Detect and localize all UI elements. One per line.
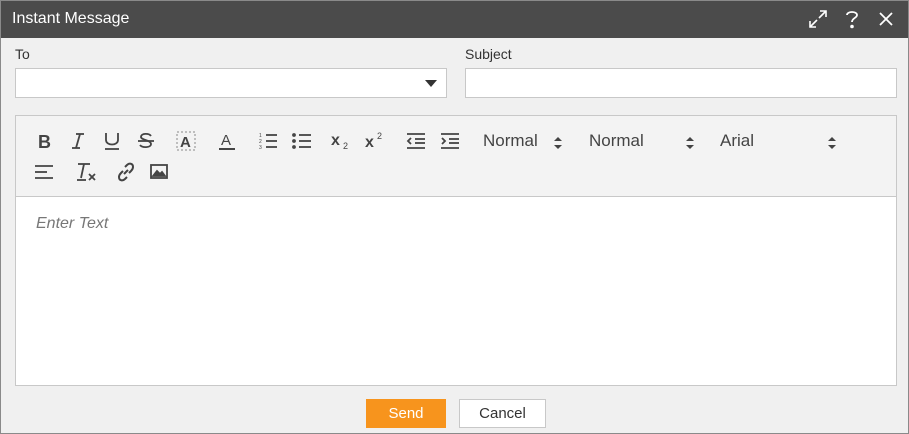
help-icon[interactable] — [840, 7, 864, 31]
svg-text:A: A — [180, 134, 191, 151]
header-picker-label: Normal — [483, 131, 538, 150]
to-label: To — [15, 46, 30, 62]
outdent-icon[interactable] — [404, 129, 428, 153]
image-icon[interactable] — [147, 160, 171, 184]
expand-icon[interactable] — [806, 7, 830, 31]
font-color-icon[interactable]: A — [215, 129, 239, 153]
underline-icon[interactable] — [100, 129, 124, 153]
cancel-button[interactable]: Cancel — [459, 399, 546, 428]
dialog-title: Instant Message — [12, 10, 130, 27]
indent-icon[interactable] — [438, 129, 462, 153]
picker-arrows-icon — [827, 135, 837, 155]
size-picker-label: Normal — [589, 131, 644, 150]
svg-text:3: 3 — [259, 145, 262, 150]
to-select[interactable] — [15, 68, 447, 98]
editor-placeholder: Enter Text — [36, 215, 109, 232]
header-picker[interactable]: Normal — [483, 130, 567, 152]
align-icon[interactable] — [32, 160, 56, 184]
title-bar: Instant Message — [1, 1, 908, 38]
subscript-icon[interactable]: x 2 — [329, 129, 353, 153]
close-icon[interactable] — [874, 7, 898, 31]
editor-content-area[interactable]: Enter Text — [16, 197, 896, 385]
bold-icon[interactable]: B — [32, 129, 56, 153]
bullet-list-icon[interactable] — [290, 129, 314, 153]
send-button[interactable]: Send — [366, 399, 446, 428]
editor-toolbar: B A A 1 2 3 x 2 x 2 Normal Normal Arial — [16, 116, 896, 197]
ordered-list-icon[interactable]: 1 2 3 — [256, 129, 280, 153]
svg-text:A: A — [221, 132, 231, 149]
subject-input[interactable] — [465, 68, 897, 98]
font-picker-label: Arial — [720, 131, 755, 150]
svg-text:2: 2 — [377, 131, 382, 141]
svg-text:x: x — [331, 132, 340, 149]
rich-text-editor: B A A 1 2 3 x 2 x 2 Normal Normal Arial … — [15, 115, 897, 386]
subject-label: Subject — [465, 46, 512, 62]
instant-message-dialog: Instant Message To Subject B A A 1 2 3 x… — [0, 0, 909, 434]
link-icon[interactable] — [114, 160, 138, 184]
strikethrough-icon[interactable] — [134, 129, 158, 153]
italic-icon[interactable] — [66, 129, 90, 153]
svg-text:x: x — [365, 134, 374, 151]
picker-arrows-icon — [553, 135, 563, 155]
picker-arrows-icon — [685, 135, 695, 155]
superscript-icon[interactable]: x 2 — [363, 129, 387, 153]
svg-text:B: B — [38, 132, 51, 150]
font-picker[interactable]: Arial — [720, 130, 840, 152]
clear-format-icon[interactable] — [74, 160, 98, 184]
background-color-icon[interactable]: A — [174, 129, 198, 153]
chevron-down-icon[interactable] — [425, 80, 437, 87]
svg-text:2: 2 — [343, 141, 348, 151]
size-picker[interactable]: Normal — [589, 130, 699, 152]
